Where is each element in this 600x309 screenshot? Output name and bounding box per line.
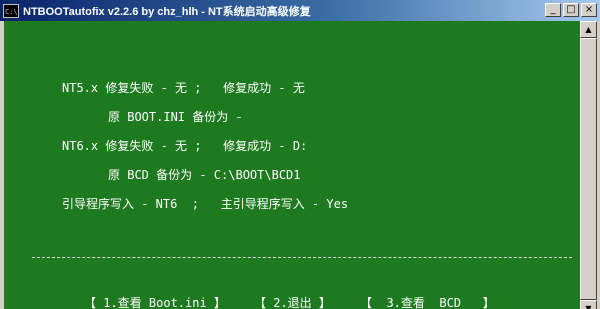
console-output[interactable]: NT5.x 修复失败 - 无 ; 修复成功 - 无 原 BOOT.INI 备份为…: [4, 21, 580, 309]
nt5-status-line: NT5.x 修复失败 - 无 ; 修复成功 - 无: [62, 81, 305, 95]
nt6-status-line: NT6.x 修复失败 - 无 ; 修复成功 - D:: [62, 139, 308, 153]
vertical-scrollbar[interactable]: ▲ ▼: [580, 21, 597, 309]
menu-view-bootini[interactable]: 【 1.查看 Boot.ini 】: [84, 295, 226, 309]
menu-view-bcd[interactable]: 【 3.查看 BCD 】: [360, 295, 495, 309]
maximize-button[interactable]: □: [563, 3, 579, 17]
title-bar[interactable]: C:\ NTBOOTautofix v2.2.6 by chz_hlh - NT…: [0, 0, 600, 21]
bcd-backup-line: 原 BCD 备份为 - C:\BOOT\BCD1: [108, 168, 301, 182]
menu-exit[interactable]: 【 2.退出 】: [254, 295, 331, 309]
console-app-icon[interactable]: C:\: [3, 3, 19, 18]
scroll-down-button[interactable]: ▼: [580, 300, 597, 309]
scroll-thumb[interactable]: [580, 38, 597, 300]
close-button[interactable]: ×: [581, 3, 597, 17]
bootini-backup-line: 原 BOOT.INI 备份为 -: [108, 110, 243, 124]
minimize-button[interactable]: _: [545, 3, 561, 17]
caption-buttons: _ □ ×: [543, 3, 597, 17]
separator-line: [32, 257, 572, 258]
window-title: NTBOOTautofix v2.2.6 by chz_hlh - NT系统启动…: [23, 5, 311, 18]
scroll-up-button[interactable]: ▲: [580, 21, 597, 38]
console-window: C:\ NTBOOTautofix v2.2.6 by chz_hlh - NT…: [0, 0, 600, 309]
bootloader-write-line: 引导程序写入 - NT6 ; 主引导程序写入 - Yes: [62, 197, 349, 211]
